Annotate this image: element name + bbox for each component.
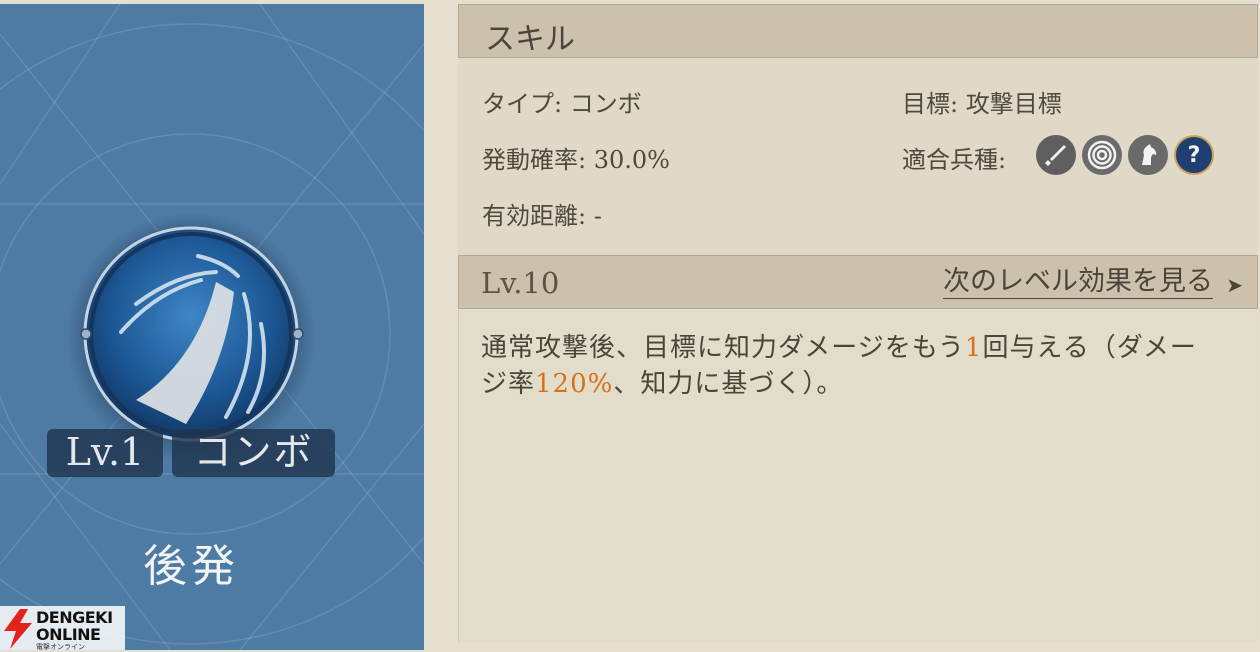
troops-label: 適合兵種:: [902, 146, 1007, 174]
skill-type-badge: コンボ: [172, 429, 335, 477]
activation-label: 発動確率:: [482, 146, 587, 174]
activation-value: 30.0%: [593, 146, 670, 174]
range-value: -: [593, 202, 602, 230]
skill-type-row: タイプ: コンボ: [482, 84, 642, 119]
combo-skill-emblem-icon: [66, 212, 316, 462]
horse-icon[interactable]: [1128, 135, 1168, 175]
skill-section-header: スキル: [458, 4, 1258, 58]
type-value: コンボ: [569, 90, 642, 118]
skill-level-badge: Lv.1: [47, 429, 163, 477]
type-label: タイプ:: [482, 90, 563, 118]
description-part3: 、知力に基づく）。: [613, 369, 844, 399]
target-icon[interactable]: [1082, 135, 1122, 175]
target-label: 目標:: [902, 90, 959, 118]
troop-icons-group: ?: [1036, 135, 1214, 175]
sword-icon[interactable]: [1036, 135, 1076, 175]
compatible-troops-row: 適合兵種:: [902, 140, 1006, 175]
description-part1: 通常攻撃後、目標に知力ダメージをもう: [481, 333, 965, 363]
chevron-right-icon[interactable]: ➤: [1226, 273, 1243, 297]
skill-section-title: スキル: [485, 22, 575, 57]
question-icon[interactable]: ?: [1174, 135, 1214, 175]
skill-level-title: Lv.10: [481, 266, 560, 300]
target-value: 攻撃目標: [965, 90, 1062, 118]
effective-range-row: 有効距離: -: [482, 196, 602, 231]
skill-detail-panel: スキル タイプ: コンボ 目標: 攻撃目標 発動確率: 30.0% 適合兵種:: [424, 0, 1260, 650]
activation-rate-row: 発動確率: 30.0%: [482, 140, 670, 175]
damage-rate-value: 120%: [535, 369, 614, 399]
level-section-header: Lv.10 次のレベル効果を見る ➤: [458, 255, 1258, 309]
watermark-subtext: 電撃オンライン: [36, 643, 85, 651]
skill-info-block: タイプ: コンボ 目標: 攻撃目標 発動確率: 30.0% 適合兵種: ? 有効…: [458, 58, 1258, 255]
skill-card: Lv.1 コンボ 後発: [0, 4, 424, 650]
dengeki-online-watermark: DENGEKI ONLINE 電撃オンライン: [0, 606, 125, 651]
skill-description: 通常攻撃後、目標に知力ダメージをもう1回与える（ダメージ率120%、知力に基づく…: [481, 330, 1221, 402]
skill-target-row: 目標: 攻撃目標: [902, 84, 1062, 119]
next-level-effect-link[interactable]: 次のレベル効果を見る: [943, 266, 1213, 299]
range-label: 有効距離:: [482, 202, 587, 230]
skill-description-block: 通常攻撃後、目標に知力ダメージをもう1回与える（ダメージ率120%、知力に基づく…: [458, 310, 1259, 642]
lightning-bolt-logo-icon: [4, 609, 32, 649]
skill-timing-label: 後発: [143, 541, 239, 592]
hit-count-value: 1: [964, 333, 983, 363]
